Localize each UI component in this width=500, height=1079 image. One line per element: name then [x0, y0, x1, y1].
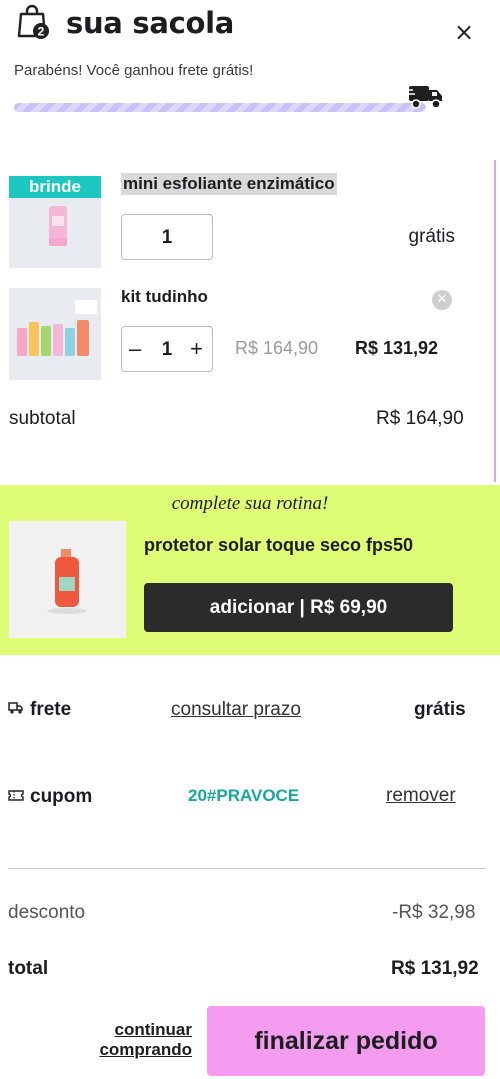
checkout-button[interactable]: finalizar pedido — [207, 1006, 485, 1076]
cart-count: 2 — [38, 25, 45, 39]
shipping-progress-bar — [14, 103, 426, 112]
remove-item-button[interactable]: ✕ — [432, 290, 452, 310]
upsell-product-image — [9, 521, 126, 638]
shopping-bag-icon: 2 — [17, 4, 51, 40]
remove-coupon-link[interactable]: remover — [386, 785, 456, 807]
check-delivery-time-link[interactable]: consultar prazo — [171, 699, 301, 721]
gift-badge: brinde — [9, 176, 101, 198]
total-label: total — [8, 958, 49, 979]
upsell-product-name: protetor solar toque seco fps50 — [144, 535, 414, 555]
kit-product-image — [9, 288, 101, 380]
discount-label: desconto — [8, 902, 86, 923]
cart-title: sua sacola — [66, 6, 235, 40]
gift-quantity-field: 1 — [121, 214, 213, 260]
shipping-row: frete — [8, 699, 71, 721]
add-to-cart-button[interactable]: adicionar | R$ 69,90 — [144, 583, 453, 632]
shipping-label: frete — [30, 699, 72, 720]
shipping-progress-fill — [14, 103, 426, 112]
summary-divider — [8, 868, 486, 869]
subtotal-label: subtotal — [9, 408, 76, 429]
continue-shopping-link[interactable]: continuar comprando — [66, 1020, 192, 1060]
subtotal-value: R$ 164,90 — [376, 408, 464, 429]
coupon-label: cupom — [30, 786, 93, 807]
gift-product-image: brinde — [9, 176, 101, 268]
quantity-value: 1 — [161, 227, 173, 248]
item-name: mini esfoliante enzimático — [121, 173, 337, 195]
quantity-stepper: – 1 + — [121, 326, 213, 372]
close-button[interactable]: × — [452, 20, 476, 44]
upsell-heading: complete sua rotina! — [171, 493, 329, 514]
discounted-price: R$ 131,92 — [355, 338, 439, 358]
cart-item-gift: brinde mini esfoliante enzimático 1 grát… — [9, 173, 479, 270]
item-name: kit tudinho — [121, 287, 208, 306]
scroll-indicator — [494, 160, 496, 482]
cart-item-kit: kit tudinho ✕ – 1 + R$ 164,90 R$ 131,92 — [9, 287, 479, 382]
truck-outline-icon — [8, 699, 24, 721]
upsell-section: complete sua rotina! protetor solar toqu… — [0, 485, 500, 655]
free-shipping-message: Parabéns! Você ganhou frete grátis! — [14, 62, 254, 79]
coupon-row: cupom — [8, 786, 92, 808]
discount-value: -R$ 32,98 — [392, 902, 476, 923]
coupon-code: 20#PRAVOCE — [188, 786, 300, 805]
original-price: R$ 164,90 — [235, 338, 319, 358]
cart-header: 2 sua sacola × Parabéns! Você ganhou fre… — [0, 0, 500, 130]
total-value: R$ 131,92 — [391, 958, 479, 979]
continue-line-1: continuar — [114, 1020, 192, 1039]
truck-icon — [407, 82, 445, 112]
increase-quantity-button[interactable]: + — [190, 336, 203, 362]
shipping-value: grátis — [414, 699, 466, 720]
continue-line-2: comprando — [99, 1040, 192, 1059]
item-price: grátis — [408, 226, 455, 247]
ticket-icon — [8, 786, 24, 808]
